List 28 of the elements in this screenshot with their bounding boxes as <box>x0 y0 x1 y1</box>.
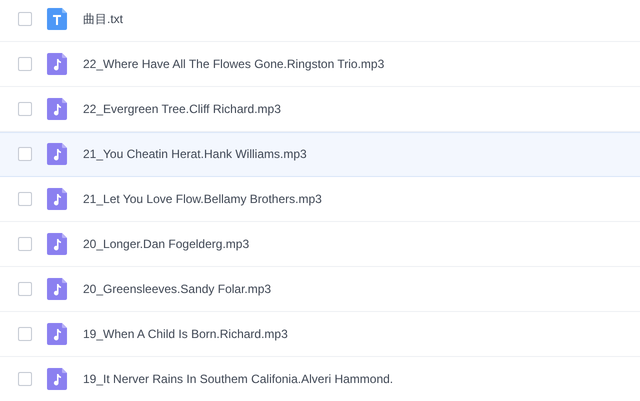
checkbox[interactable] <box>18 102 32 116</box>
checkbox[interactable] <box>18 237 32 251</box>
music-file-icon <box>47 323 67 345</box>
file-name[interactable]: 20_Greensleeves.Sandy Folar.mp3 <box>83 280 272 298</box>
music-file-icon <box>47 278 67 300</box>
file-name[interactable]: 19_When A Child Is Born.Richard.mp3 <box>83 325 288 343</box>
checkbox[interactable] <box>18 372 32 386</box>
file-name[interactable]: 19_It Nerver Rains In Southem Califonia.Alveri Hammond. <box>83 370 394 388</box>
file-name[interactable]: 21_You Cheatin Herat.Hank Williams.mp3 <box>83 145 307 163</box>
checkbox[interactable] <box>18 327 32 341</box>
file-row[interactable]: 21_You Cheatin Herat.Hank Williams.mp3 <box>0 132 640 177</box>
music-file-icon <box>47 233 67 255</box>
checkbox[interactable] <box>18 147 32 161</box>
file-name[interactable]: 22_Where Have All The Flowes Gone.Ringston Trio.mp3 <box>83 55 384 73</box>
music-file-icon <box>47 98 67 120</box>
file-name[interactable]: 曲目.txt <box>83 10 124 28</box>
file-name[interactable]: 22_Evergreen Tree.Cliff Richard.mp3 <box>83 100 281 118</box>
checkbox[interactable] <box>18 192 32 206</box>
checkbox[interactable] <box>18 57 32 71</box>
checkbox[interactable] <box>18 12 32 26</box>
file-name[interactable]: 21_Let You Love Flow.Bellamy Brothers.mp3 <box>83 190 322 208</box>
file-name[interactable]: 20_Longer.Dan Fogelderg.mp3 <box>83 235 250 253</box>
checkbox[interactable] <box>18 282 32 296</box>
music-file-icon <box>47 188 67 210</box>
music-file-icon <box>47 143 67 165</box>
music-file-icon <box>47 53 67 75</box>
music-file-icon <box>47 368 67 390</box>
text-file-icon <box>47 8 67 30</box>
